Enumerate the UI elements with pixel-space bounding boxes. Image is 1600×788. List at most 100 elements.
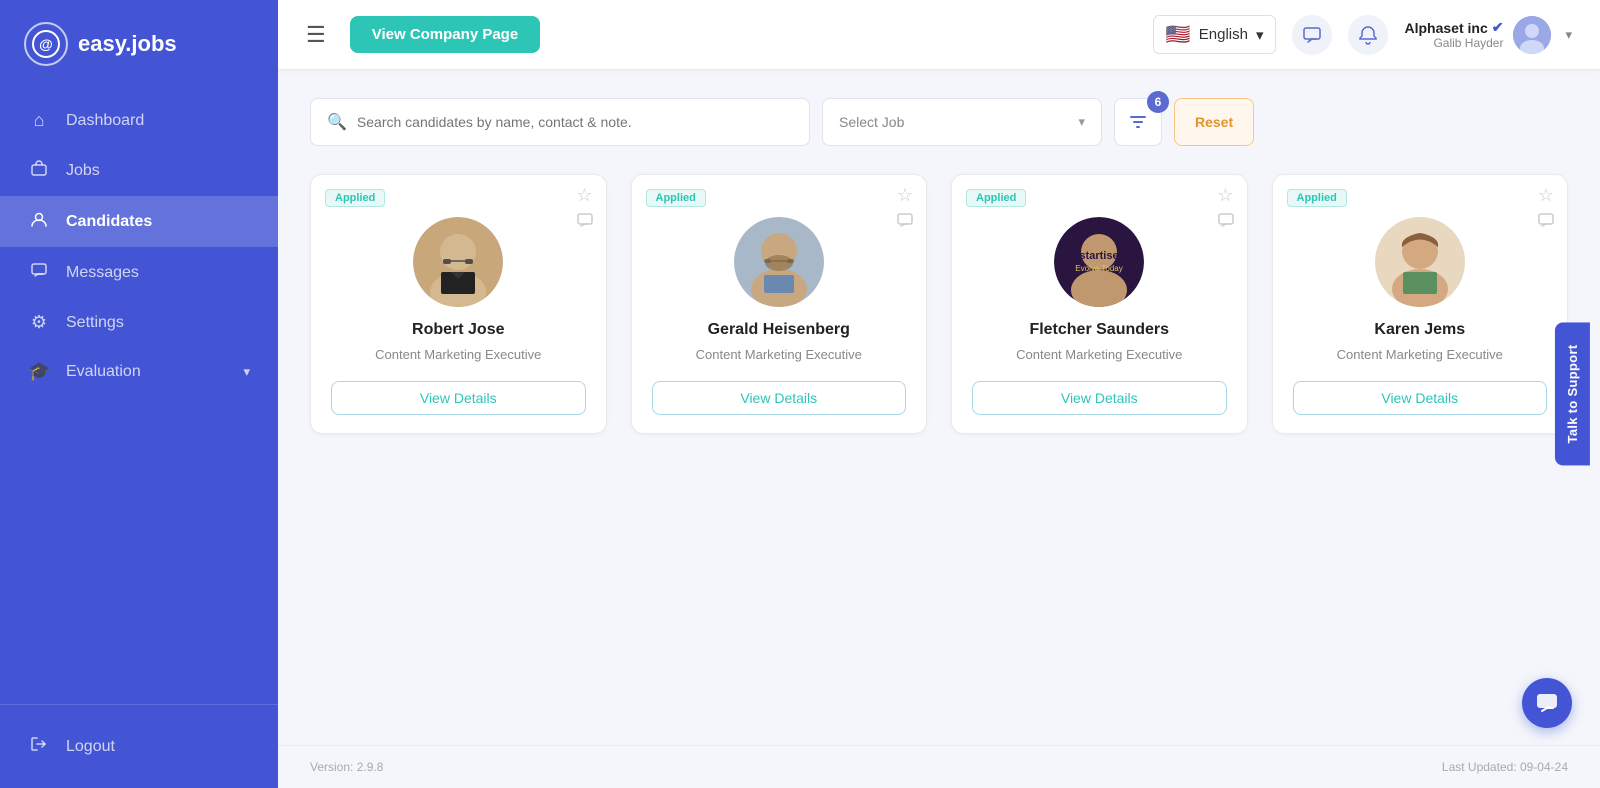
sidebar-item-evaluation[interactable]: 🎓 Evaluation ▾ xyxy=(0,347,278,396)
svg-text:Evolve Today: Evolve Today xyxy=(1076,264,1123,273)
candidate-name: Gerald Heisenberg xyxy=(708,321,850,339)
select-job-wrap[interactable]: Select Job ▾ xyxy=(822,98,1102,146)
chat-bubble-button[interactable] xyxy=(1522,678,1572,728)
candidates-grid: Applied ☆ Robert Jose Content Marketing … xyxy=(310,174,1568,434)
flag-icon: 🇺🇸 xyxy=(1166,22,1191,47)
sidebar-item-label: Jobs xyxy=(66,162,100,180)
logo-icon: @ xyxy=(24,22,68,66)
logout-button[interactable]: Logout xyxy=(0,721,278,772)
filter-badge: 6 xyxy=(1147,91,1169,113)
sidebar-item-label: Candidates xyxy=(66,213,152,231)
topbar: ☰ View Company Page 🇺🇸 English ▾ Alphase… xyxy=(278,0,1600,70)
sidebar-item-label: Messages xyxy=(66,264,139,282)
star-icon[interactable]: ☆ xyxy=(897,185,913,206)
sidebar-item-label: Dashboard xyxy=(66,112,144,130)
logout-icon xyxy=(28,735,50,758)
candidate-avatar xyxy=(413,217,503,307)
view-details-button[interactable]: View Details xyxy=(331,381,586,415)
candidate-title: Content Marketing Executive xyxy=(1016,345,1182,365)
select-job-chevron-icon: ▾ xyxy=(1078,114,1085,130)
main-area: ☰ View Company Page 🇺🇸 English ▾ Alphase… xyxy=(278,0,1600,788)
message-icon[interactable] xyxy=(1537,212,1555,235)
talk-to-support-button[interactable]: Talk to Support xyxy=(1555,323,1590,466)
view-details-button[interactable]: View Details xyxy=(972,381,1227,415)
candidate-avatar: startise Evolve Today xyxy=(1054,217,1144,307)
svg-text:startise: startise xyxy=(1080,250,1119,262)
view-company-button[interactable]: View Company Page xyxy=(350,16,540,53)
applied-badge: Applied xyxy=(1287,189,1347,207)
card-actions: ☆ xyxy=(896,185,914,235)
page-footer: Version: 2.9.8 Last Updated: 09-04-24 xyxy=(278,745,1600,788)
page-content: 🔍 Select Job ▾ 6 Reset Applied ☆ xyxy=(278,70,1600,745)
version-text: Version: 2.9.8 xyxy=(310,760,383,774)
language-label: English xyxy=(1199,26,1248,43)
sidebar-logout-section: Logout xyxy=(0,704,278,780)
candidate-title: Content Marketing Executive xyxy=(1337,345,1503,365)
user-subname: Galib Hayder xyxy=(1404,36,1503,50)
logo-text: easy.jobs xyxy=(78,31,177,57)
candidate-avatar xyxy=(734,217,824,307)
user-profile[interactable]: Alphaset inc ✔ Galib Hayder ▾ xyxy=(1404,16,1572,54)
svg-text:@: @ xyxy=(39,36,53,52)
filter-button[interactable]: 6 xyxy=(1114,98,1162,146)
applied-badge: Applied xyxy=(646,189,706,207)
verified-icon: ✔ xyxy=(1492,19,1504,36)
language-selector[interactable]: 🇺🇸 English ▾ xyxy=(1153,15,1277,54)
notification-icon-button[interactable] xyxy=(1348,15,1388,55)
candidate-name: Karen Jems xyxy=(1374,321,1465,339)
candidates-icon xyxy=(28,210,50,233)
search-input-wrap: 🔍 xyxy=(310,98,810,146)
candidate-name: Fletcher Saunders xyxy=(1029,321,1169,339)
candidate-avatar xyxy=(1375,217,1465,307)
applied-badge: Applied xyxy=(325,189,385,207)
view-details-button[interactable]: View Details xyxy=(1293,381,1548,415)
language-chevron-icon: ▾ xyxy=(1256,26,1264,44)
sidebar-item-jobs[interactable]: Jobs xyxy=(0,145,278,196)
star-icon[interactable]: ☆ xyxy=(1538,185,1554,206)
avatar xyxy=(1513,16,1551,54)
message-icon[interactable] xyxy=(576,212,594,235)
settings-icon: ⚙ xyxy=(28,312,50,333)
jobs-icon xyxy=(28,159,50,182)
star-icon[interactable]: ☆ xyxy=(1217,185,1233,206)
chevron-down-icon: ▾ xyxy=(243,364,250,380)
reset-button[interactable]: Reset xyxy=(1174,98,1254,146)
candidate-title: Content Marketing Executive xyxy=(375,345,541,365)
card-actions: ☆ xyxy=(1537,185,1555,235)
candidate-card: Applied ☆ startiseEvolve Today Fletcher … xyxy=(951,174,1248,434)
user-info: Alphaset inc ✔ Galib Hayder xyxy=(1404,19,1503,50)
card-actions: ☆ xyxy=(1217,185,1235,235)
username: Alphaset inc ✔ xyxy=(1404,19,1503,36)
sidebar-item-messages[interactable]: Messages xyxy=(0,247,278,298)
candidate-title: Content Marketing Executive xyxy=(696,345,862,365)
sidebar-item-settings[interactable]: ⚙ Settings xyxy=(0,298,278,347)
sidebar-logo: @ easy.jobs xyxy=(0,0,278,88)
search-input[interactable] xyxy=(357,114,793,130)
sidebar-item-candidates[interactable]: Candidates xyxy=(0,196,278,247)
hamburger-icon[interactable]: ☰ xyxy=(306,22,326,48)
candidate-name: Robert Jose xyxy=(412,321,504,339)
candidate-card: Applied ☆ Gerald Heisenberg Content Mark… xyxy=(631,174,928,434)
sidebar-nav: ⌂ Dashboard Jobs Candidates xyxy=(0,88,278,788)
message-icon[interactable] xyxy=(1217,212,1235,235)
select-job-dropdown[interactable]: Select Job xyxy=(839,114,1070,130)
star-icon[interactable]: ☆ xyxy=(576,185,592,206)
home-icon: ⌂ xyxy=(28,110,50,131)
sidebar-item-label: Settings xyxy=(66,314,124,332)
messages-icon xyxy=(28,261,50,284)
chat-icon-button[interactable] xyxy=(1292,15,1332,55)
sidebar: @ easy.jobs ⌂ Dashboard Jobs xyxy=(0,0,278,788)
card-actions: ☆ xyxy=(576,185,594,235)
candidate-card: Applied ☆ Karen Jems Content Marketing E… xyxy=(1272,174,1569,434)
sidebar-item-label: Evaluation xyxy=(66,363,141,381)
candidate-card: Applied ☆ Robert Jose Content Marketing … xyxy=(310,174,607,434)
logout-label: Logout xyxy=(66,738,115,756)
view-details-button[interactable]: View Details xyxy=(652,381,907,415)
user-chevron-icon: ▾ xyxy=(1565,27,1572,43)
search-bar: 🔍 Select Job ▾ 6 Reset xyxy=(310,98,1568,146)
sidebar-item-dashboard[interactable]: ⌂ Dashboard xyxy=(0,96,278,145)
last-updated-text: Last Updated: 09-04-24 xyxy=(1442,760,1568,774)
evaluation-icon: 🎓 xyxy=(28,361,50,382)
message-icon[interactable] xyxy=(896,212,914,235)
search-icon: 🔍 xyxy=(327,112,347,132)
